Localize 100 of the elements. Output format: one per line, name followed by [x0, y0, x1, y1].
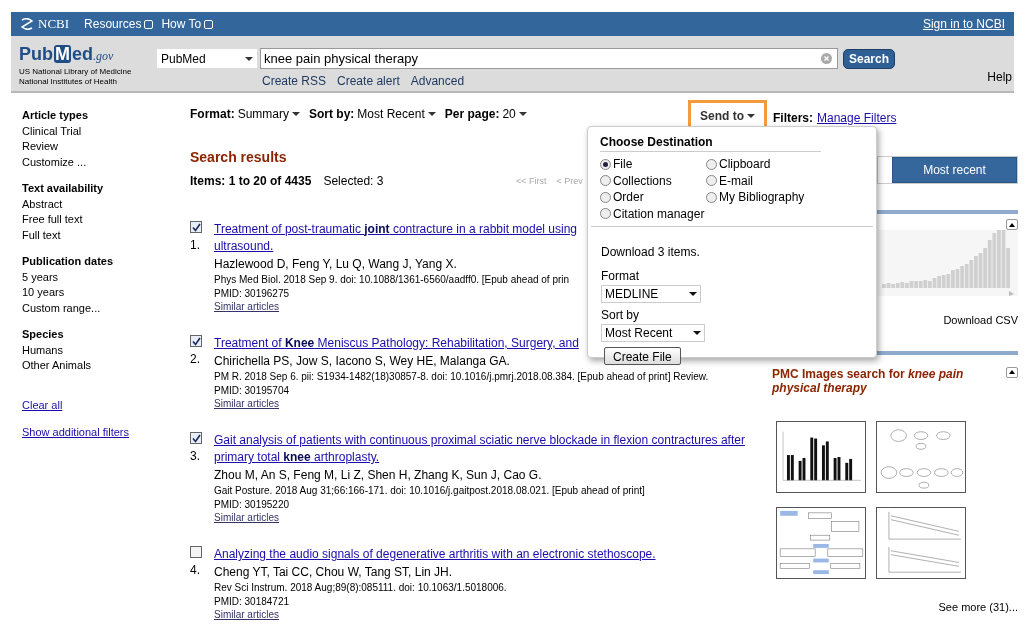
checkbox[interactable] [190, 432, 202, 444]
caret-icon [747, 113, 755, 118]
format-select[interactable]: MEDLINE [601, 285, 701, 303]
format-label: Format [601, 268, 639, 285]
destination-radio[interactable]: File [600, 156, 706, 173]
sort-by-label: Sort by [601, 307, 639, 324]
filter-link[interactable]: 10 years [22, 285, 190, 301]
destination-radio[interactable]: My Bibliography [706, 189, 826, 206]
filter-link[interactable]: Review [22, 139, 190, 155]
flow-diagram-thumbnail[interactable] [876, 420, 966, 493]
checkbox[interactable] [190, 335, 202, 347]
result-citation: Phys Med Biol. 2018 Sep 9. doi: 10.1088/1361-6560/aadff0. [Epub ahead of prin [214, 273, 570, 287]
sidebar-link[interactable]: Show additional filters [22, 424, 129, 441]
selected-count: Selected: 3 [323, 173, 384, 190]
display-setting[interactable]: Per page: 20 [444, 105, 527, 123]
sign-in-link[interactable]: Sign in to NCBI [922, 15, 1005, 33]
dropdown-arrow-icon [693, 331, 701, 335]
destination-radio[interactable]: Order [600, 189, 706, 206]
sort-tab[interactable]: Most recent [892, 157, 1017, 183]
pmid: PMID: 30195220 [214, 498, 290, 512]
popup-title: Choose Destination [600, 135, 713, 149]
destination-radio[interactable]: E-mail [706, 172, 826, 189]
filter-link[interactable]: Full text [22, 227, 190, 243]
result-title-link[interactable]: ultrasound. [214, 238, 274, 255]
destination-radio[interactable]: Clipboard [706, 156, 826, 173]
filter-link[interactable]: Clinical Trial [22, 123, 190, 139]
similar-articles-link[interactable]: Similar articles [214, 609, 279, 621]
sort-select[interactable]: Most Recent [601, 324, 705, 342]
result-number: 3. [190, 448, 201, 465]
header-link[interactable]: Advanced [410, 72, 465, 90]
chevron-down-icon [204, 19, 214, 29]
ncbi-brand[interactable]: NCBI [38, 14, 70, 34]
download-count-text: Download 3 items. [601, 244, 700, 261]
filter-link[interactable]: Humans [22, 342, 190, 358]
filters-label: Filters: [773, 110, 813, 127]
filter-link[interactable]: Customize ... [22, 154, 190, 170]
filter-link[interactable]: Custom range... [22, 300, 190, 316]
filter-group-title: Publication dates [22, 254, 115, 269]
result-authors: Zhou M, An S, Feng M, Li Z, Shen H, Zhang K, Sun J, Cao G. [214, 467, 542, 484]
filter-link[interactable]: 5 years [22, 269, 190, 285]
database-select[interactable]: PubMed [157, 49, 257, 68]
filter-group-title: Species [22, 327, 65, 342]
filter-group-title: Text availability [22, 181, 105, 196]
result-authors: Cheng YT, Tai CC, Chou W, Tang ST, Lin JH. [214, 564, 453, 581]
similar-articles-link[interactable]: Similar articles [214, 512, 279, 524]
caret-icon [518, 112, 527, 116]
flowchart-thumbnail[interactable] [776, 506, 866, 579]
result-title-link[interactable]: primary total knee arthroplasty. [214, 449, 380, 466]
caret-icon [292, 112, 300, 116]
line-chart-thumbnail[interactable] [876, 506, 966, 579]
manage-filters-link[interactable]: Manage Filters [817, 109, 897, 127]
filter-link[interactable]: Abstract [22, 196, 190, 212]
ncbi-logo-icon [20, 18, 34, 30]
results-heading: Search results [190, 148, 287, 167]
filter-group-title: Article types [22, 108, 90, 123]
pmc-images-title[interactable]: PMC Images search for knee pain physical therapy [772, 366, 972, 395]
pmid: PMID: 30195704 [214, 384, 290, 398]
caret-icon [427, 112, 436, 116]
pmid: PMID: 30184721 [214, 595, 290, 609]
result-title-link[interactable]: Gait analysis of patients with continuous proximal sciatic nerve blockade in flexion contractures after [214, 432, 745, 449]
checkbox[interactable] [190, 221, 202, 233]
result-number: 2. [190, 351, 201, 368]
result-number: 4. [190, 562, 201, 579]
search-button[interactable]: Search [843, 48, 896, 69]
header-link[interactable]: Create alert [337, 72, 400, 90]
filter-link[interactable]: Other Animals [22, 358, 190, 374]
chevron-down-icon [144, 19, 154, 29]
collapse-button[interactable] [1006, 366, 1018, 378]
pubmed-logo[interactable]: PubMed.gov [19, 43, 146, 67]
items-count: Items: 1 to 20 of 4435 [190, 173, 312, 190]
result-citation: Gait Posture. 2018 Aug 31;66:166-171. doi: 10.1016/j.gaitpost.2018.08.021. [Epub ahead of print] [214, 484, 645, 498]
header-link[interactable]: Create RSS [262, 72, 327, 90]
destination-radio[interactable]: Citation manager [600, 205, 706, 222]
result-citation: Rev Sci Instrum. 2018 Aug;89(8):085111. doi: 10.1063/1.5018006. [214, 581, 507, 595]
result-title-link[interactable]: Analyzing the audio signals of degenerative arthritis with an electronic stethoscope. [214, 546, 656, 563]
dropdown-arrow-icon [689, 292, 697, 296]
result-citation: PM R. 2018 Sep 6. pii: S1934-1482(18)30857-8. doi: 10.1016/j.pmrj.2018.08.384. [Epub ahead of print] Review. [214, 370, 709, 384]
pmid: PMID: 30196275 [214, 287, 290, 301]
filter-link[interactable]: Free full text [22, 212, 190, 228]
result-title-link[interactable]: Treatment of post-traumatic joint contracture in a rabbit model using [214, 221, 578, 238]
dropdown-arrow-icon [245, 56, 253, 61]
search-field[interactable]: knee pain physical therapy [260, 48, 838, 69]
sidebar-link[interactable]: Clear all [22, 396, 63, 413]
result-authors: Hazlewood D, Feng Y, Lu Q, Wang J, Yang X. [214, 256, 457, 273]
similar-articles-link[interactable]: Similar articles [214, 301, 279, 313]
display-setting[interactable]: Format: Summary [190, 105, 300, 123]
result-title-link[interactable]: Treatment of Knee Meniscus Pathology: Rehabilitation, Surgery, and [214, 335, 579, 352]
display-setting[interactable]: Sort by: Most Recent [309, 105, 436, 123]
menu-button[interactable]: How To [161, 15, 214, 33]
see-more-link[interactable]: See more (31)... [938, 598, 1018, 615]
similar-articles-link[interactable]: Similar articles [214, 398, 279, 410]
menu-button[interactable]: Resources [84, 15, 154, 33]
logo-subtitle: National Institutes of Health [19, 77, 118, 87]
checkbox[interactable] [190, 546, 202, 558]
bar-chart-thumbnail[interactable] [776, 420, 866, 493]
download-csv-link[interactable]: Download CSV [943, 312, 1018, 329]
result-authors: Chirichella PS, Jow S, Iacono S, Wey HE, Malanga GA. [214, 353, 510, 370]
help-link[interactable]: Help [987, 68, 1012, 86]
destination-radio[interactable]: Collections [600, 172, 706, 189]
create-file-button[interactable]: Create File [604, 347, 681, 365]
